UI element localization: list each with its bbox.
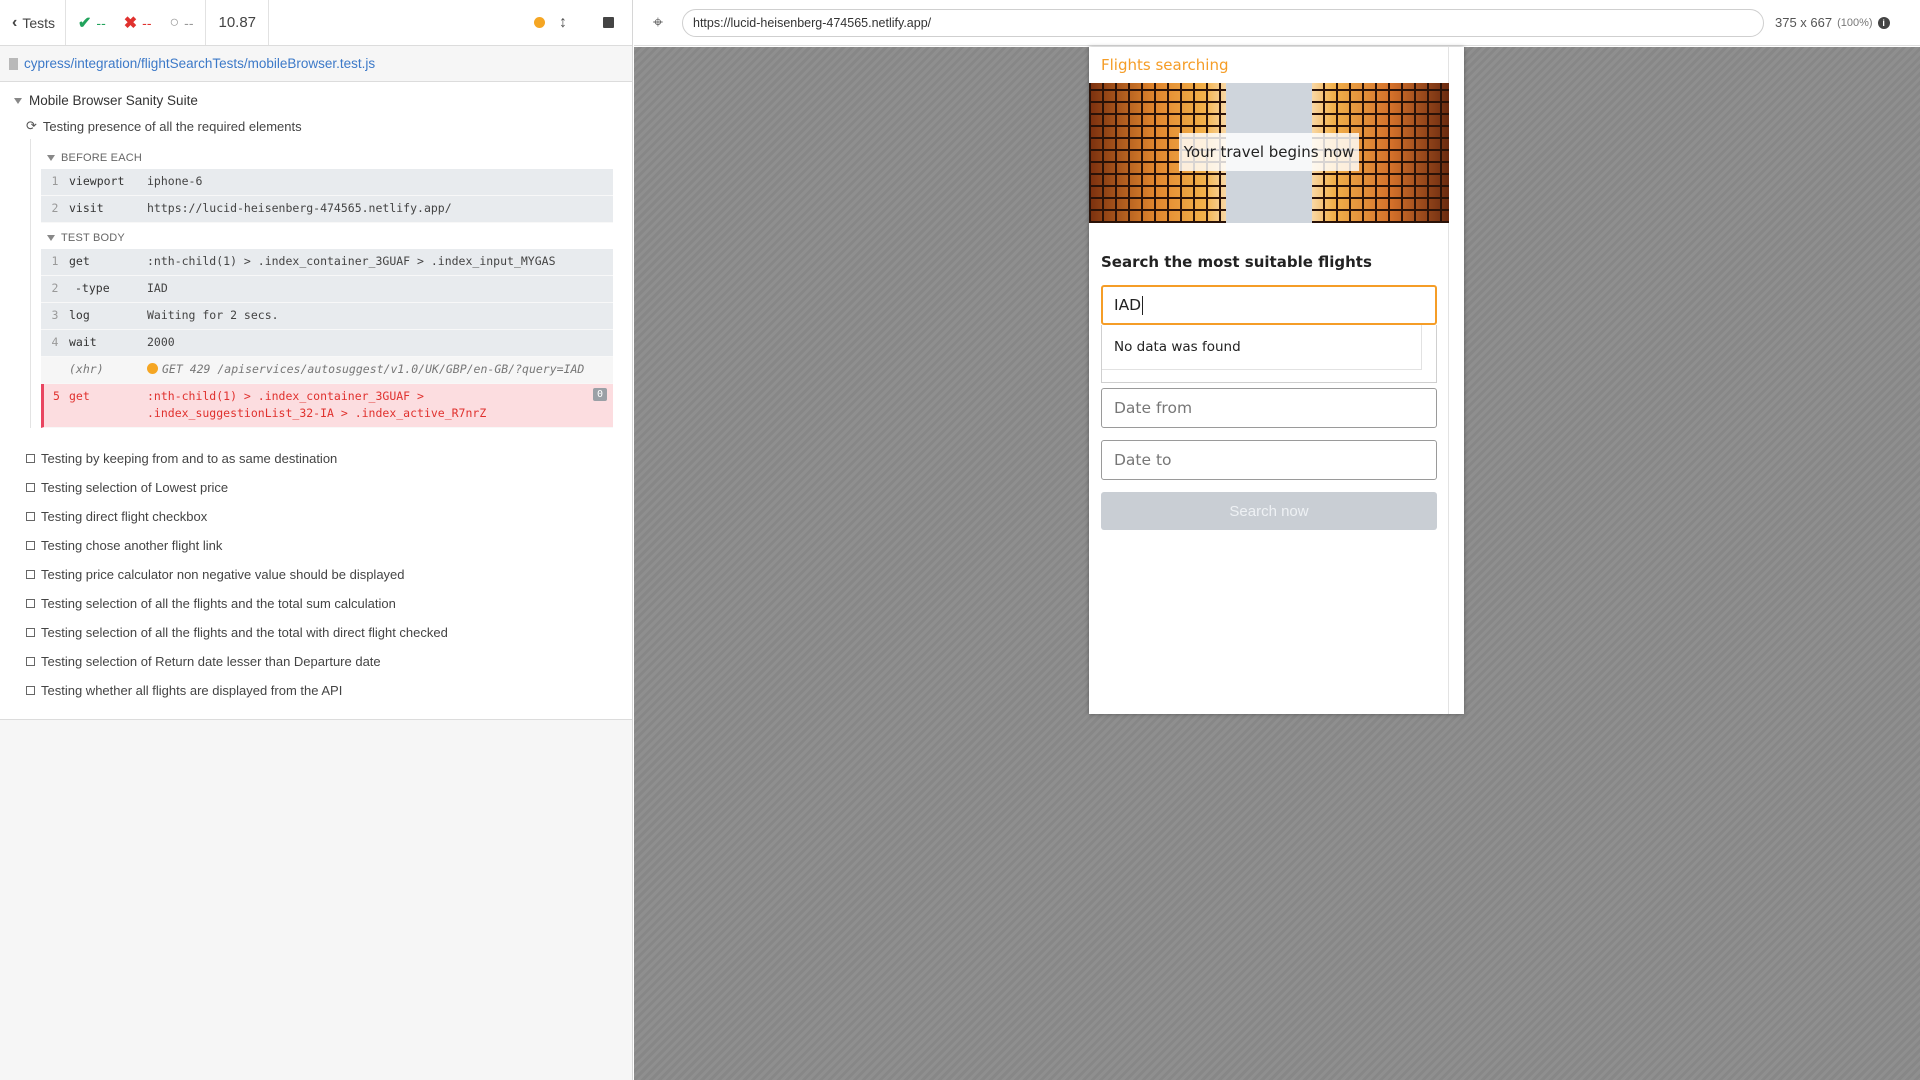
stats: ✔ -- ✖ -- ○ -- <box>66 0 207 45</box>
auto-scroll-icon[interactable]: ↕ <box>559 14 567 32</box>
passed-stat: ✔ -- <box>78 13 106 33</box>
viewport-info: 375 x 667 (100%) i <box>1775 15 1890 30</box>
pending-test-icon <box>26 657 35 666</box>
spec-bar: cypress/integration/flightSearchTests/mo… <box>0 46 632 82</box>
running-indicator-icon <box>534 17 545 28</box>
failed-count: -- <box>142 14 152 31</box>
back-label: Tests <box>22 14 56 31</box>
suite: Mobile Browser Sanity Suite ⟳ Testing pr… <box>0 82 632 720</box>
suite-title[interactable]: Mobile Browser Sanity Suite <box>0 82 632 113</box>
xhr-pending-icon <box>147 363 158 374</box>
running-test-title[interactable]: ⟳ Testing presence of all the required e… <box>0 113 632 139</box>
before-each-hook[interactable]: BEFORE EACH <box>41 147 613 169</box>
test-item[interactable]: Testing selection of Return date lesser … <box>0 647 632 676</box>
pending-test-icon <box>26 628 35 637</box>
date-to-input[interactable]: Date to <box>1101 440 1437 480</box>
test-item[interactable]: Testing chose another flight link <box>0 531 632 560</box>
search-heading: Search the most suitable flights <box>1101 253 1372 271</box>
stop-icon[interactable] <box>603 17 614 28</box>
info-icon[interactable]: i <box>1877 16 1890 29</box>
viewport-size: 375 x 667 <box>1775 15 1833 30</box>
run-controls: ↕ <box>522 0 632 45</box>
text-caret <box>1142 295 1144 315</box>
pending-count: -- <box>184 14 194 31</box>
suggestion-item[interactable]: No data was found <box>1102 325 1422 370</box>
pending-test-icon <box>26 483 35 492</box>
back-to-tests-button[interactable]: ‹ Tests <box>0 0 67 45</box>
spec-file-link[interactable]: cypress/integration/flightSearchTests/mo… <box>24 56 375 71</box>
failed-command-row[interactable]: 5 get :nth-child(1) > .index_container_3… <box>41 384 613 428</box>
reporter-header: ‹ Tests ✔ -- ✖ -- ○ -- 10.87 ↕ <box>0 0 632 46</box>
hero-caption: Your travel begins now <box>1179 133 1359 171</box>
pending-test-icon <box>26 599 35 608</box>
command-log: BEFORE EACH 1 viewport iphone-6 2 visit … <box>30 139 613 428</box>
test-item[interactable]: Testing whether all flights are displaye… <box>0 676 632 705</box>
pending-test-icon <box>26 512 35 521</box>
pending-test-icon <box>26 541 35 550</box>
app-title[interactable]: Flights searching <box>1101 47 1448 83</box>
suggestion-list: No data was found <box>1101 325 1437 383</box>
check-icon: ✔ <box>78 14 92 32</box>
app-viewport: Flights searching Your travel begins now… <box>1089 47 1464 714</box>
pending-stat: ○ -- <box>169 14 193 32</box>
from-input[interactable]: IAD <box>1101 285 1437 325</box>
chevron-left-icon: ‹ <box>12 13 18 31</box>
collapse-icon <box>47 155 55 161</box>
element-count-badge: 0 <box>592 388 607 401</box>
command-row[interactable]: 2 -type IAD <box>41 276 613 303</box>
refresh-icon: ⟳ <box>26 118 37 133</box>
aut-header: ⌖ https://lucid-heisenberg-474565.netlif… <box>634 0 1920 46</box>
test-item[interactable]: Testing by keeping from and to as same d… <box>0 444 632 473</box>
test-item[interactable]: Testing selection of all the flights and… <box>0 589 632 618</box>
pending-test-icon <box>26 454 35 463</box>
passed-count: -- <box>96 14 106 31</box>
command-row[interactable]: 3 log Waiting for 2 secs. <box>41 303 613 330</box>
command-row[interactable]: 4 wait 2000 <box>41 330 613 357</box>
collapse-icon <box>14 97 22 104</box>
test-body-hook[interactable]: TEST BODY <box>41 227 613 249</box>
pending-test-icon <box>26 570 35 579</box>
reporter-panel: ‹ Tests ✔ -- ✖ -- ○ -- 10.87 ↕ cypress/i… <box>0 0 633 1080</box>
file-icon <box>9 57 18 70</box>
app-page: Flights searching Your travel begins now… <box>1089 47 1449 714</box>
duration: 10.87 <box>206 0 270 45</box>
test-list: Testing by keeping from and to as same d… <box>0 428 632 705</box>
pending-test-icon <box>26 686 35 695</box>
command-row[interactable]: 1 viewport iphone-6 <box>41 169 613 196</box>
hero-banner: Your travel begins now <box>1089 83 1449 223</box>
circle-icon: ○ <box>169 13 180 31</box>
command-row[interactable]: 2 visit https://lucid-heisenberg-474565.… <box>41 196 613 223</box>
test-item[interactable]: Testing direct flight checkbox <box>0 502 632 531</box>
viewport-scale: (100%) <box>1837 16 1873 29</box>
command-row[interactable]: 1 get :nth-child(1) > .index_container_3… <box>41 249 613 276</box>
test-item[interactable]: Testing selection of all the flights and… <box>0 618 632 647</box>
selector-playground-icon[interactable]: ⌖ <box>634 12 682 33</box>
url-bar[interactable]: https://lucid-heisenberg-474565.netlify.… <box>682 8 1764 37</box>
failed-stat: ✖ -- <box>124 13 152 33</box>
search-now-button[interactable]: Search now <box>1101 492 1437 530</box>
xhr-row[interactable]: (xhr) GET 429 /apiservices/autosuggest/v… <box>41 357 613 384</box>
collapse-icon <box>47 235 55 241</box>
test-item[interactable]: Testing price calculator non negative va… <box>0 560 632 589</box>
cross-icon: ✖ <box>123 14 138 32</box>
test-item[interactable]: Testing selection of Lowest price <box>0 473 632 502</box>
date-from-input[interactable]: Date from <box>1101 388 1437 428</box>
